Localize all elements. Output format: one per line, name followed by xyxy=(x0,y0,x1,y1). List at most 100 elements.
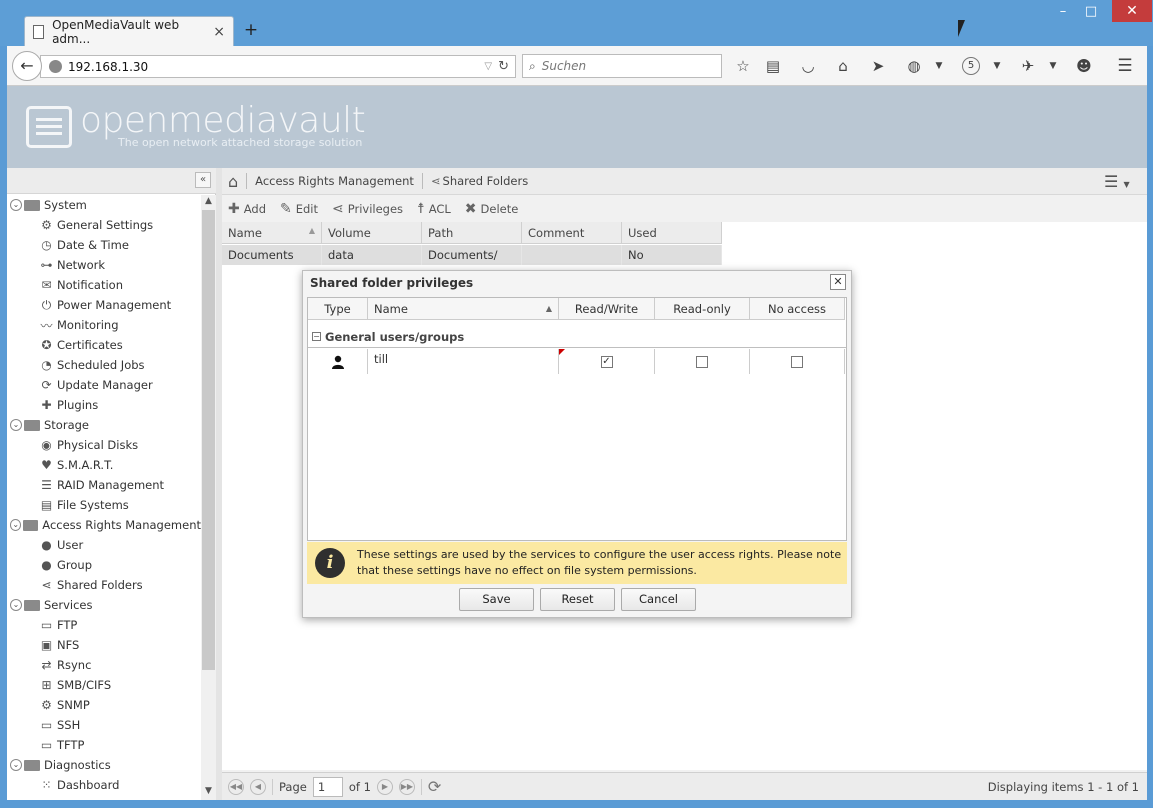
delete-button[interactable]: ✖ Delete xyxy=(465,201,519,217)
sidebar-item-tftp[interactable]: ▭ TFTP xyxy=(7,735,201,755)
table-row[interactable]: till ✓ xyxy=(308,349,845,374)
dialog-close-icon[interactable]: ✕ xyxy=(830,274,846,290)
column-header-read-only[interactable]: Read-only xyxy=(655,298,750,319)
scroll-down-icon[interactable]: ▼ xyxy=(202,786,215,800)
first-page-icon[interactable]: ◀◀ xyxy=(228,778,244,795)
home-icon[interactable]: ⌂ xyxy=(228,172,238,191)
addon-icon[interactable]: ✈ xyxy=(1017,56,1039,76)
send-icon[interactable]: ➤ xyxy=(868,56,888,76)
sidebar-item-ssh[interactable]: ▭ SSH xyxy=(7,715,201,735)
window-minimize-button[interactable]: – xyxy=(1050,4,1076,20)
smiley-icon[interactable]: ☻ xyxy=(1073,56,1095,76)
expand-toggle-icon[interactable]: ⌄ xyxy=(10,599,22,611)
column-header-volume[interactable]: Volume xyxy=(322,222,422,243)
info-globe-icon[interactable] xyxy=(49,60,62,73)
sidebar-scroll-thumb[interactable] xyxy=(202,210,215,670)
sidebar-item-group[interactable]: ● Group xyxy=(7,555,201,575)
dropdown-icon[interactable]: ▽ xyxy=(484,61,492,72)
panel-menu-icon[interactable]: ☰ ▼ xyxy=(1104,172,1130,191)
tree-group-diagnostics[interactable]: ⌄ Diagnostics xyxy=(7,755,201,775)
sidebar-collapse-button[interactable]: « xyxy=(195,172,211,188)
cancel-button[interactable]: Cancel xyxy=(621,588,696,611)
sidebar-item-plugins[interactable]: ✚ Plugins xyxy=(7,395,201,415)
sidebar-item-date-time[interactable]: ◷ Date & Time xyxy=(7,235,201,255)
extension-dropdown-icon[interactable]: ▼ xyxy=(932,56,946,76)
sidebar-item-update-manager[interactable]: ⟳ Update Manager xyxy=(7,375,201,395)
back-button[interactable]: ← xyxy=(12,51,42,81)
badge-counter[interactable]: 5 xyxy=(962,57,980,75)
sidebar-item-nfs[interactable]: ▣ NFS xyxy=(7,635,201,655)
tree-group-services[interactable]: ⌄ Services xyxy=(7,595,201,615)
sidebar-item-scheduled-jobs[interactable]: ◔ Scheduled Jobs xyxy=(7,355,201,375)
breadcrumb-item-shared-folders[interactable]: Shared Folders xyxy=(443,174,529,188)
table-row[interactable]: Documents data Documents/ No xyxy=(222,245,722,265)
addon-dropdown-icon[interactable]: ▼ xyxy=(1046,56,1060,76)
column-header-read-write[interactable]: Read/Write xyxy=(559,298,655,319)
breadcrumb-item-access-rights[interactable]: Access Rights Management xyxy=(255,174,414,188)
no-access-checkbox[interactable] xyxy=(791,355,803,368)
read-write-checkbox[interactable]: ✓ xyxy=(600,355,613,368)
sidebar-item-general-settings[interactable]: ⚙ General Settings xyxy=(7,215,201,235)
sidebar-item-monitoring[interactable]: 〰 Monitoring xyxy=(7,315,201,335)
url-text[interactable]: 192.168.1.30 xyxy=(68,60,478,74)
tree-group-storage[interactable]: ⌄ Storage xyxy=(7,415,201,435)
reading-list-icon[interactable]: ▤ xyxy=(763,56,783,76)
expand-toggle-icon[interactable]: ⌄ xyxy=(10,519,22,531)
hamburger-menu-icon[interactable]: ☰ xyxy=(1114,56,1136,76)
sidebar-item-notification[interactable]: ✉ Notification xyxy=(7,275,201,295)
badge-dropdown-icon[interactable]: ▼ xyxy=(990,56,1004,76)
expand-toggle-icon[interactable]: ⌄ xyxy=(10,419,22,431)
privileges-button[interactable]: ⋖ Privileges xyxy=(332,201,403,217)
bookmark-star-icon[interactable]: ☆ xyxy=(733,56,753,76)
prev-page-icon[interactable]: ◀ xyxy=(250,778,266,795)
window-maximize-button[interactable]: □ xyxy=(1078,4,1104,20)
group-header[interactable]: − General users/groups xyxy=(308,326,846,348)
sidebar-item-raid-management[interactable]: ☰ RAID Management xyxy=(7,475,201,495)
column-header-used[interactable]: Used xyxy=(622,222,722,243)
search-input[interactable]: ⌕ Suchen xyxy=(522,54,722,78)
sidebar-item-snmp[interactable]: ⚙ SNMP xyxy=(7,695,201,715)
sidebar-item-power-management[interactable]: ⏻ Power Management xyxy=(7,295,201,315)
column-header-name[interactable]: Name ▲ xyxy=(368,298,559,319)
scroll-up-icon[interactable]: ▲ xyxy=(202,196,215,210)
edit-button[interactable]: ✎ Edit xyxy=(280,201,318,217)
extension-icon[interactable]: ◍ xyxy=(903,56,925,76)
tree-group-access-rights-management[interactable]: ⌄ Access Rights Management xyxy=(7,515,201,535)
expand-toggle-icon[interactable]: ⌄ xyxy=(10,199,22,211)
sidebar-item-ftp[interactable]: ▭ FTP xyxy=(7,615,201,635)
sidebar-item-physical-disks[interactable]: ◉ Physical Disks xyxy=(7,435,201,455)
browser-tab[interactable]: OpenMediaVault web adm... × xyxy=(24,16,234,46)
collapse-toggle-icon[interactable]: − xyxy=(312,332,321,341)
last-page-icon[interactable]: ▶▶ xyxy=(398,778,415,795)
page-input[interactable]: 1 xyxy=(312,776,343,797)
column-header-no-access[interactable]: No access xyxy=(750,298,845,319)
refresh-icon[interactable]: ⟳ xyxy=(428,777,441,796)
window-close-button[interactable]: ✕ xyxy=(1112,0,1152,22)
home-icon[interactable]: ⌂ xyxy=(833,56,853,76)
sidebar-item-user[interactable]: ● User xyxy=(7,535,201,555)
sidebar-item-network[interactable]: ⊶ Network xyxy=(7,255,201,275)
pocket-icon[interactable]: ◡ xyxy=(798,56,818,76)
reload-icon[interactable]: ↻ xyxy=(498,59,509,74)
reset-button[interactable]: Reset xyxy=(540,588,615,611)
read-only-checkbox[interactable] xyxy=(696,355,708,368)
acl-button[interactable]: ☨ ACL xyxy=(417,201,451,217)
new-tab-button[interactable]: + xyxy=(242,20,260,40)
column-header-name[interactable]: Name ▲ xyxy=(222,222,322,243)
sidebar-item-dashboard[interactable]: ⁙ Dashboard xyxy=(7,775,201,795)
sidebar-item-certificates[interactable]: ✪ Certificates xyxy=(7,335,201,355)
save-button[interactable]: Save xyxy=(459,588,534,611)
sidebar-item-shared-folders[interactable]: ⋖ Shared Folders xyxy=(7,575,201,595)
column-header-type[interactable]: Type xyxy=(308,298,368,319)
tree-group-system[interactable]: ⌄ System xyxy=(7,195,201,215)
add-button[interactable]: ✚ Add xyxy=(228,201,266,217)
sidebar-item-s-m-a-r-t[interactable]: ♥ S.M.A.R.T. xyxy=(7,455,201,475)
url-bar[interactable]: 192.168.1.30 ▽ ↻ xyxy=(40,55,516,78)
tab-close-icon[interactable]: × xyxy=(213,24,225,40)
next-page-icon[interactable]: ▶ xyxy=(376,778,393,795)
sidebar-item-rsync[interactable]: ⇄ Rsync xyxy=(7,655,201,675)
column-header-path[interactable]: Path xyxy=(422,222,522,243)
sidebar-item-file-systems[interactable]: ▤ File Systems xyxy=(7,495,201,515)
column-header-comment[interactable]: Comment xyxy=(522,222,622,243)
sidebar-item-smb-cifs[interactable]: ⊞ SMB/CIFS xyxy=(7,675,201,695)
